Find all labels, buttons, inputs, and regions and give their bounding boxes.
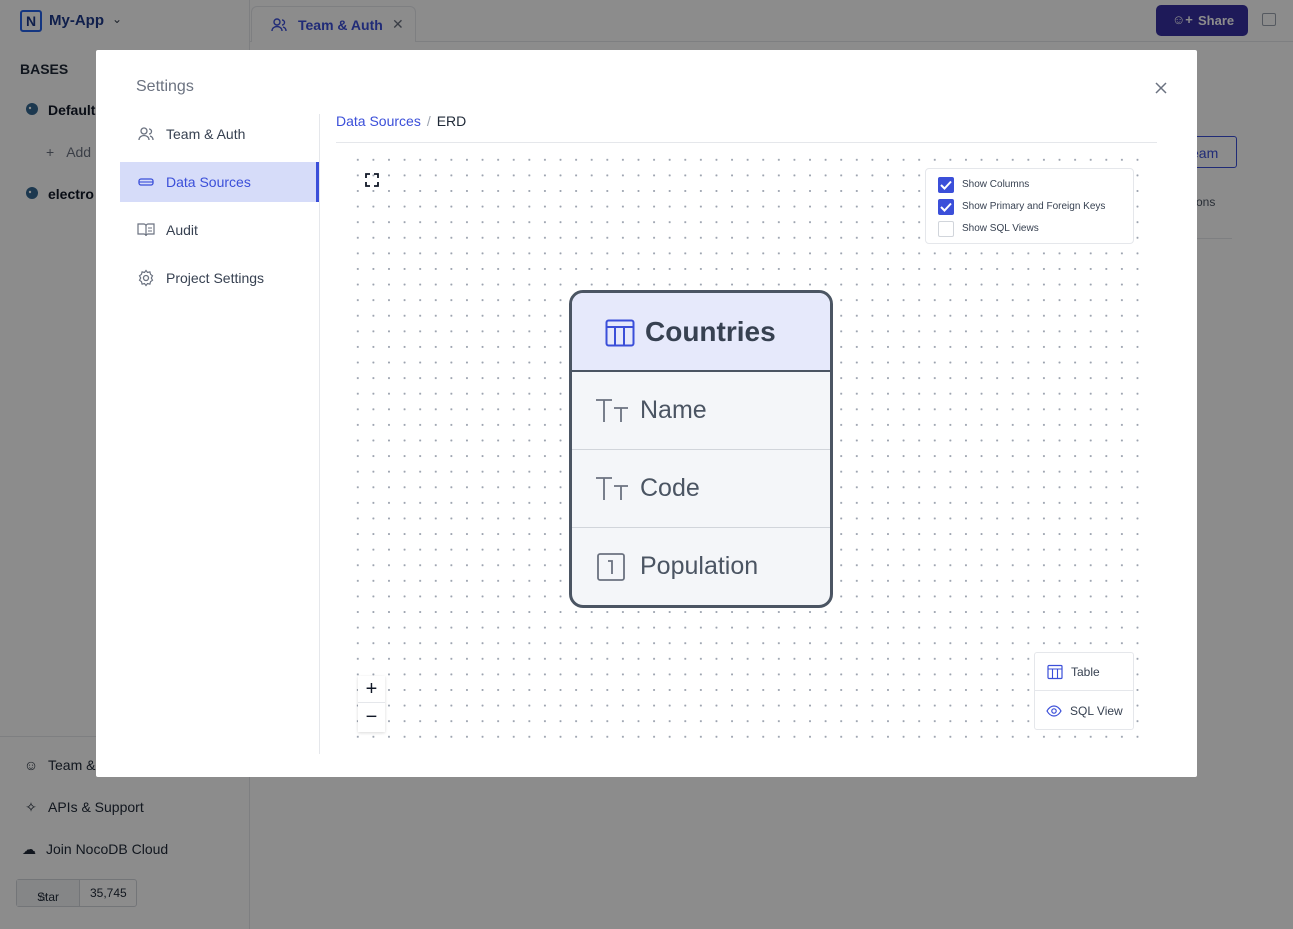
nav-label: Team & Auth	[166, 126, 246, 142]
settings-modal: Settings Team & Auth Data Sources Audit …	[96, 50, 1197, 777]
column-name: Name	[640, 396, 707, 424]
option-label: Show SQL Views	[962, 223, 1039, 234]
nav-item-team-auth[interactable]: Team & Auth	[120, 114, 319, 154]
legend-label: SQL View	[1070, 704, 1123, 718]
modal-title: Settings	[136, 78, 194, 95]
zoom-out-button[interactable]: −	[358, 704, 385, 731]
column-name: Code	[640, 474, 700, 502]
gear-icon	[138, 269, 154, 287]
text-type-icon	[596, 399, 628, 422]
number-type-icon	[597, 553, 625, 581]
erd-table-header: Countries	[572, 293, 830, 372]
divider	[336, 142, 1157, 143]
checkbox-checked[interactable]	[938, 199, 954, 215]
nav-label: Data Sources	[166, 174, 251, 190]
zoom-in-button[interactable]: +	[358, 676, 385, 703]
nav-label: Project Settings	[166, 270, 265, 286]
table-icon	[1047, 664, 1063, 680]
checkbox-unchecked[interactable]	[938, 221, 954, 237]
eye-icon	[1046, 705, 1062, 717]
close-icon[interactable]	[1154, 81, 1168, 95]
breadcrumb: Data Sources / ERD	[336, 113, 466, 129]
erd-column-row: Name	[572, 372, 830, 450]
breadcrumb-erd: ERD	[436, 113, 467, 129]
erd-type-legend: Table SQL View	[1034, 652, 1134, 730]
settings-nav: Team & Auth Data Sources Audit Project S…	[120, 114, 320, 754]
column-name: Population	[640, 552, 759, 580]
fullscreen-icon[interactable]	[364, 172, 380, 188]
legend-sql-view: SQL View	[1035, 692, 1133, 730]
text-type-icon	[596, 477, 628, 500]
nav-item-data-sources[interactable]: Data Sources	[120, 162, 319, 202]
erd-options-panel: Show Columns Show Primary and Foreign Ke…	[925, 168, 1134, 244]
zoom-controls: + −	[358, 676, 385, 732]
erd-table-node[interactable]: Countries Name Code Population	[569, 290, 833, 608]
erd-column-row: Code	[572, 450, 830, 528]
legend-label: Table	[1071, 665, 1100, 679]
checkbox-checked[interactable]	[938, 177, 954, 193]
erd-column-row: Population	[572, 528, 830, 605]
book-icon	[137, 223, 155, 237]
legend-table: Table	[1035, 653, 1133, 691]
breadcrumb-separator: /	[426, 113, 431, 129]
erd-table-name: Countries	[645, 316, 776, 347]
nav-item-project-settings[interactable]: Project Settings	[120, 258, 319, 298]
option-label: Show Primary and Foreign Keys	[962, 201, 1106, 212]
option-label: Show Columns	[962, 179, 1030, 190]
table-icon	[605, 319, 635, 347]
nav-item-audit[interactable]: Audit	[120, 210, 319, 250]
breadcrumb-data-sources[interactable]: Data Sources	[336, 113, 421, 129]
users-icon	[138, 127, 154, 141]
nav-label: Audit	[166, 222, 198, 238]
database-icon	[138, 178, 154, 186]
